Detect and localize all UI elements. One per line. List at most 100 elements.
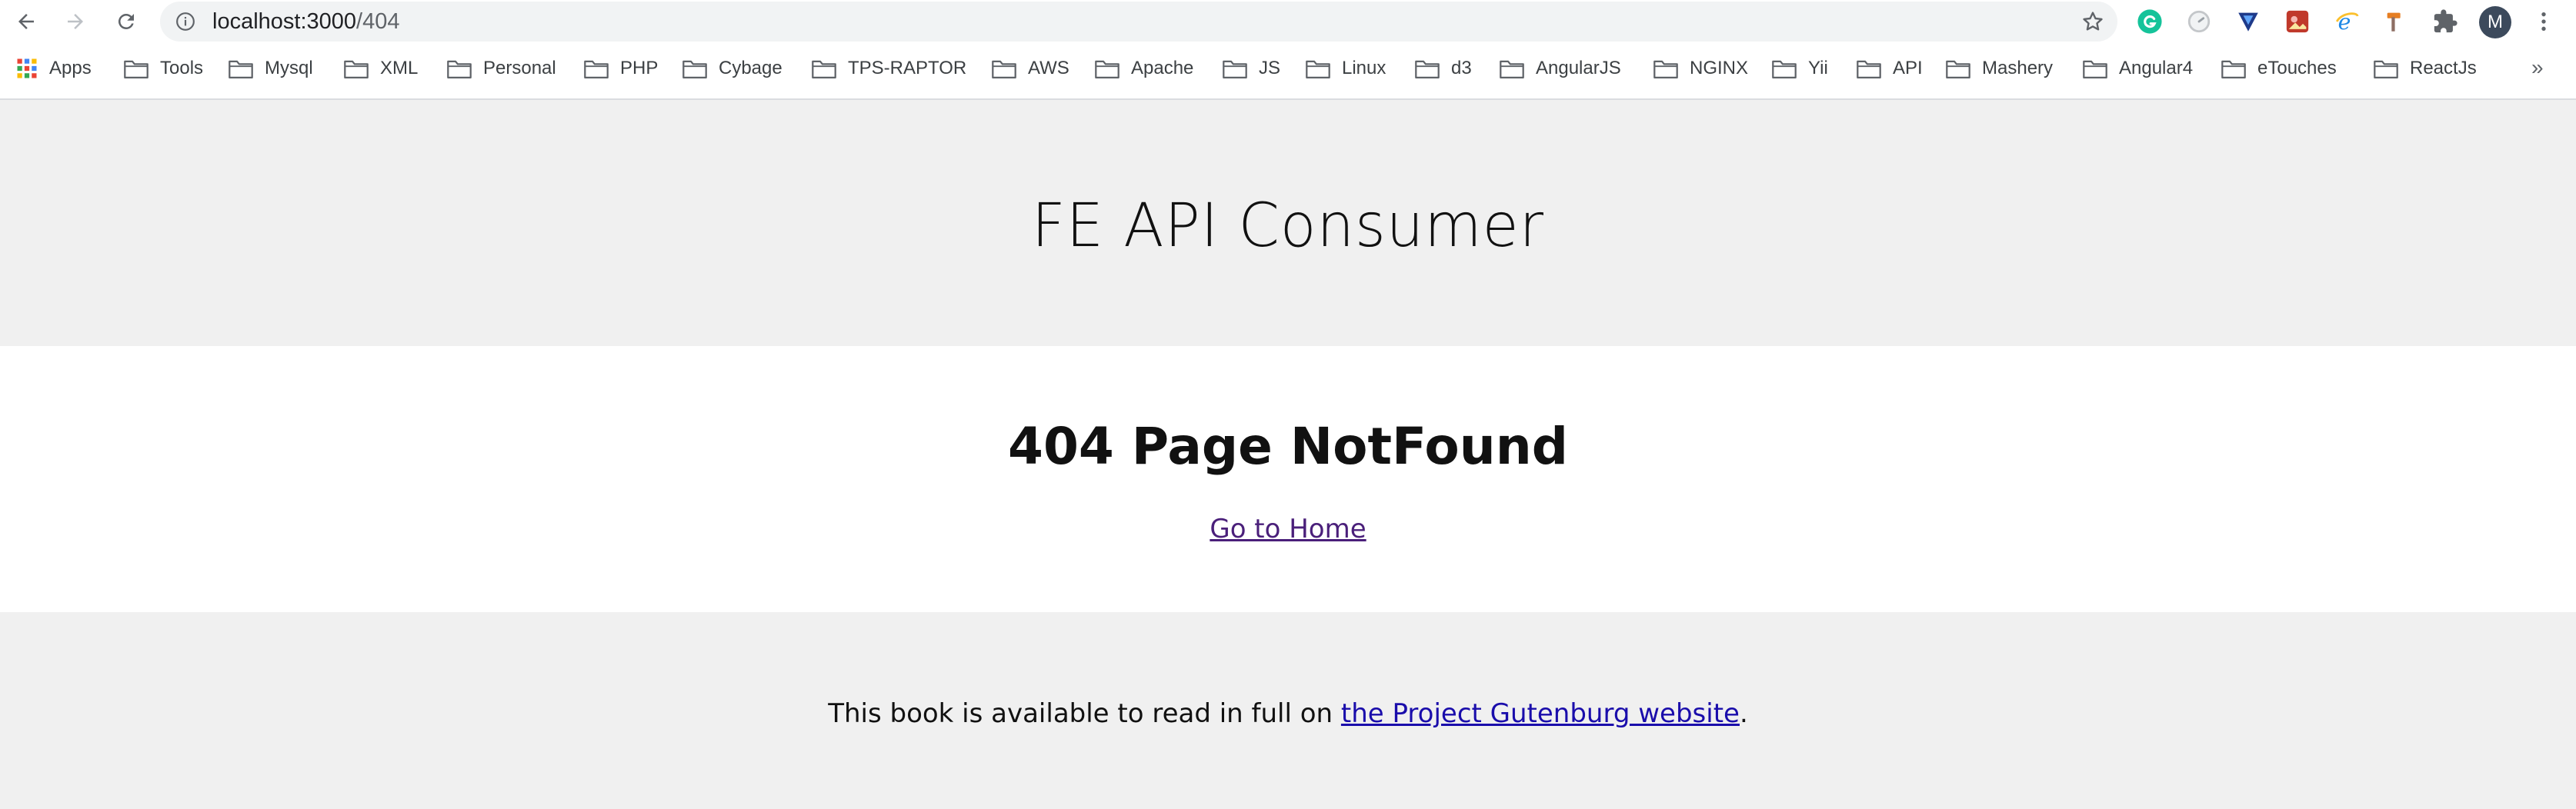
red-app-icon: [2286, 10, 2309, 33]
bookmark-folder-api[interactable]: API: [1856, 55, 1923, 82]
forward-button[interactable]: [58, 5, 92, 38]
more-vert-icon[interactable]: [2531, 8, 2556, 35]
hammer-extension[interactable]: [2382, 8, 2410, 35]
browser-toolbar: localhost:3000/404 e M: [0, 0, 2576, 43]
folder-icon: [2374, 60, 2398, 79]
bookmark-label: XML: [380, 58, 419, 78]
v-shield-icon: [2238, 12, 2258, 32]
bookmark-folder-d3[interactable]: d3: [1414, 55, 1472, 82]
footer-suffix: .: [1739, 698, 1748, 729]
bookmarks-bar: Apps Tools Mysql XML Personal PHP Cybage TPS-R…: [0, 45, 2576, 100]
info-icon[interactable]: [175, 12, 195, 32]
folder-icon: [584, 60, 609, 79]
timer-icon: [2187, 10, 2211, 33]
folder-icon: [1223, 60, 1247, 79]
folder-icon: [2083, 60, 2107, 79]
site-title: FE API Consumer: [1031, 191, 1545, 261]
folder-icon: [812, 60, 836, 79]
ie-tab-extension[interactable]: e: [2333, 8, 2361, 35]
bookmark-label: d3: [1451, 58, 1472, 78]
folder-icon: [1500, 60, 1524, 79]
puzzle-piece-icon: [2434, 9, 2458, 33]
site-header: FE API Consumer: [0, 100, 2576, 346]
bookmark-folder-etouches[interactable]: eTouches: [2221, 55, 2337, 82]
bookmark-label: Apps: [49, 58, 92, 78]
grammarly-icon: [2137, 9, 2162, 34]
bookmark-folder-linux[interactable]: Linux: [1305, 55, 1386, 82]
footer-prefix: This book is available to read in full o…: [828, 698, 1341, 729]
footer-text: This book is available to read in full o…: [828, 698, 1748, 729]
folder-icon: [1772, 60, 1797, 79]
bookmark-label: Apache: [1131, 58, 1194, 78]
bookmark-label: Mashery: [1982, 58, 2054, 78]
apps-grid-icon: [17, 58, 37, 78]
bookmark-folder-nginx[interactable]: NGINX: [1653, 55, 1748, 82]
bookmark-folder-personal[interactable]: Personal: [446, 55, 556, 82]
folder-icon: [1857, 60, 1881, 79]
bookmark-label: Tools: [160, 58, 204, 78]
arrow-right-icon: [68, 14, 83, 29]
bookmark-label: Angular4: [2119, 58, 2194, 78]
extensions-button[interactable]: [2431, 8, 2459, 35]
folder-icon: [682, 60, 707, 79]
bookmark-label: ReactJs: [2410, 58, 2477, 78]
address-bar[interactable]: localhost:3000/404: [160, 2, 2117, 42]
bookmark-folder-aws[interactable]: AWS: [991, 55, 1069, 82]
bookmark-folder-angularjs[interactable]: AngularJS: [1499, 55, 1621, 82]
grammarly-extension[interactable]: [2136, 8, 2164, 35]
bookmark-label: Yii: [1808, 58, 1828, 78]
bookmark-folder-reactjs[interactable]: ReactJs: [2373, 55, 2477, 82]
not-found-section: 404 Page NotFound Go to Home: [0, 346, 2576, 612]
bookmark-label: Cybage: [719, 58, 782, 78]
bookmark-label: AWS: [1028, 58, 1069, 78]
bookmark-folder-php[interactable]: PHP: [583, 55, 658, 82]
bookmark-label: Linux: [1342, 58, 1386, 78]
folder-icon: [1415, 60, 1440, 79]
bookmark-folder-mashery[interactable]: Mashery: [1945, 55, 2053, 82]
bookmark-label: Mysql: [265, 58, 313, 78]
bookmark-label: TPS-RAPTOR: [848, 58, 967, 78]
url-host: localhost:3000: [212, 9, 357, 34]
bookmark-label: PHP: [620, 58, 659, 78]
arrow-left-icon: [18, 14, 34, 29]
bookmark-folder-tools[interactable]: Tools: [123, 55, 203, 82]
bookmark-label: eTouches: [2257, 58, 2337, 78]
bookmark-folder-yii[interactable]: Yii: [1771, 55, 1828, 82]
bookmark-folder-mysql[interactable]: Mysql: [228, 55, 313, 82]
folder-icon: [1306, 60, 1330, 79]
error-heading: 404 Page NotFound: [1008, 417, 1568, 476]
bookmark-folder-xml[interactable]: XML: [343, 55, 418, 82]
gutenberg-link[interactable]: the Project Gutenburg website: [1341, 698, 1740, 729]
folder-icon: [1653, 60, 1678, 79]
reload-button[interactable]: [109, 5, 143, 38]
url-path: /404: [356, 9, 400, 34]
bookmark-folder-js[interactable]: JS: [1222, 55, 1280, 82]
timer-extension[interactable]: [2185, 8, 2213, 35]
folder-icon: [2221, 60, 2246, 79]
folder-icon: [344, 60, 369, 79]
site-footer: This book is available to read in full o…: [0, 612, 2576, 809]
bookmark-folder-tps-raptor[interactable]: TPS-RAPTOR: [811, 55, 966, 82]
url-text: localhost:3000/404: [212, 9, 399, 34]
go-home-link[interactable]: Go to Home: [1173, 514, 1403, 544]
folder-icon: [1946, 60, 1970, 79]
bookmark-star-icon[interactable]: [2080, 9, 2105, 34]
back-button[interactable]: [9, 5, 43, 38]
bookmark-label: API: [1893, 58, 1923, 78]
bookmarks-overflow-chevron-icon[interactable]: »: [2531, 55, 2544, 80]
bookmark-label: AngularJS: [1536, 58, 1621, 78]
image-extension[interactable]: [2284, 8, 2311, 35]
folder-icon: [229, 60, 253, 79]
vuejs-devtools-extension[interactable]: [2234, 8, 2262, 35]
bookmark-folder-apache[interactable]: Apache: [1094, 55, 1193, 82]
internet-explorer-icon: e: [2335, 9, 2359, 35]
bookmark-apps[interactable]: Apps: [15, 55, 92, 82]
bookmark-label: JS: [1259, 58, 1281, 78]
bookmark-folder-cybage[interactable]: Cybage: [682, 55, 782, 82]
profile-avatar[interactable]: M: [2479, 6, 2511, 38]
hammer-icon: [2387, 12, 2401, 32]
bookmark-folder-angular4[interactable]: Angular4: [2082, 55, 2193, 82]
bookmark-label: Personal: [483, 58, 556, 78]
bookmark-label: NGINX: [1690, 58, 1749, 78]
reload-icon: [118, 13, 134, 29]
